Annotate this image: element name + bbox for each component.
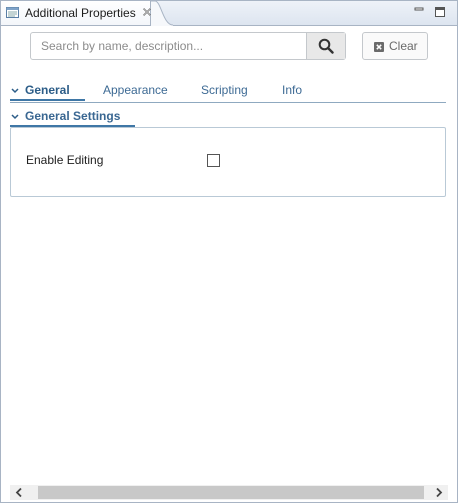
chevron-down-icon — [11, 114, 19, 120]
search-field — [30, 32, 346, 60]
properties-view: Additional Properties Search by name, de… — [0, 0, 458, 503]
scrollbar-thumb[interactable] — [38, 486, 424, 499]
maximize-icon[interactable] — [433, 5, 447, 19]
section-title: General Settings — [25, 109, 121, 123]
view-tab-bar: Additional Properties — [1, 1, 457, 26]
scroll-right-icon[interactable] — [430, 485, 448, 500]
active-tab-indicator — [10, 99, 85, 101]
search-input[interactable] — [31, 33, 307, 59]
section-general-settings: Enable Editing — [10, 127, 446, 197]
property-tabs: General Appearance Scripting Info — [10, 81, 446, 103]
scroll-left-icon[interactable] — [10, 485, 28, 500]
minimize-icon[interactable] — [412, 5, 426, 19]
tab-appearance[interactable]: Appearance — [103, 83, 168, 97]
view-tab[interactable]: Additional Properties — [1, 1, 151, 25]
clear-button-label: Clear — [389, 39, 418, 53]
search-icon — [318, 38, 334, 54]
enable-editing-label: Enable Editing — [26, 153, 104, 167]
tab-scripting[interactable]: Scripting — [201, 83, 248, 97]
clear-icon — [374, 42, 384, 52]
horizontal-scrollbar[interactable] — [10, 485, 448, 500]
search-button[interactable] — [306, 33, 345, 59]
chevron-down-icon — [11, 88, 19, 94]
tab-info[interactable]: Info — [282, 83, 302, 97]
enable-editing-checkbox[interactable] — [207, 154, 220, 167]
tab-general[interactable]: General — [25, 83, 70, 97]
view-tab-title: Additional Properties — [25, 6, 136, 20]
view-tab-edge — [151, 1, 173, 26]
view-icon — [6, 7, 19, 18]
clear-button[interactable]: Clear — [362, 32, 428, 60]
section-general-settings-header[interactable]: General Settings — [10, 108, 135, 128]
